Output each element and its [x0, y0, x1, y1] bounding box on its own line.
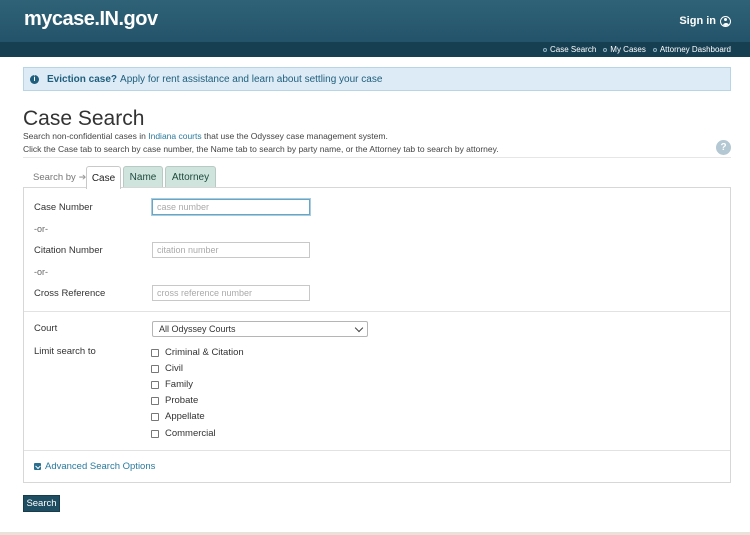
case-type-option[interactable]: Civil [151, 363, 183, 374]
checkbox[interactable] [151, 348, 159, 357]
limit-search-label: Limit search to [34, 346, 96, 357]
tab-name[interactable]: Name [123, 166, 163, 188]
search-form-panel: Case Number -or- Citation Number -or- Cr… [23, 187, 731, 483]
cross-reference-label: Cross Reference [34, 288, 106, 299]
nav-my-cases[interactable]: My Cases [603, 45, 646, 54]
checkbox[interactable] [151, 412, 159, 421]
tab-case[interactable]: Case [86, 166, 121, 189]
nav-case-search[interactable]: Case Search [543, 45, 596, 54]
case-type-option[interactable]: Family [151, 379, 193, 390]
expand-icon [34, 463, 41, 470]
page-title: Case Search [23, 107, 145, 130]
info-icon: i [30, 74, 39, 84]
bullet-icon [603, 47, 608, 52]
user-icon [720, 15, 731, 27]
sign-in-link[interactable]: Sign in [679, 15, 731, 27]
eviction-alert: i Eviction case? Apply for rent assistan… [23, 67, 731, 91]
case-type-option[interactable]: Probate [151, 395, 198, 406]
court-label: Court [34, 323, 58, 334]
citation-number-input[interactable] [152, 242, 310, 258]
case-number-input[interactable] [152, 199, 310, 215]
section-divider [24, 450, 730, 451]
cross-reference-input[interactable] [152, 285, 310, 301]
chevron-down-icon [354, 323, 364, 333]
citation-number-label: Citation Number [34, 245, 103, 256]
page-description: Search non-confidential cases in Indiana… [23, 131, 388, 141]
alert-text[interactable]: Apply for rent assistance and learn abou… [120, 74, 382, 85]
or-divider: -or- [34, 224, 48, 234]
court-select-value: All Odyssey Courts [159, 324, 236, 334]
sub-navigation: Case Search My Cases Attorney Dashboard [0, 42, 750, 57]
checkbox[interactable] [151, 380, 159, 389]
case-type-option[interactable]: Appellate [151, 411, 205, 422]
site-logo[interactable]: mycase.IN.gov [24, 8, 158, 31]
bullet-icon [652, 47, 657, 52]
divider [23, 157, 731, 158]
tab-attorney[interactable]: Attorney [165, 166, 216, 188]
search-button[interactable]: Search [23, 495, 60, 512]
case-type-option[interactable]: Criminal & Citation [151, 347, 244, 358]
help-icon[interactable]: ? [716, 140, 731, 155]
nav-attorney-dashboard[interactable]: Attorney Dashboard [652, 45, 731, 54]
search-by-label: Search by ➔ [33, 172, 87, 183]
section-divider [24, 311, 730, 312]
alert-strong[interactable]: Eviction case? [47, 74, 117, 85]
bullet-icon [543, 47, 548, 52]
advanced-search-toggle[interactable]: Advanced Search Options [34, 461, 155, 472]
court-select[interactable]: All Odyssey Courts [152, 321, 368, 337]
page-instructions: Click the Case tab to search by case num… [23, 144, 499, 154]
site-header: mycase.IN.gov Sign in [0, 0, 750, 42]
checkbox[interactable] [151, 364, 159, 373]
case-number-label: Case Number [34, 202, 93, 213]
sign-in-label: Sign in [679, 15, 716, 27]
checkbox[interactable] [151, 429, 159, 438]
indiana-courts-link[interactable]: Indiana courts [148, 131, 201, 141]
case-type-option[interactable]: Commercial [151, 428, 216, 439]
checkbox[interactable] [151, 396, 159, 405]
or-divider: -or- [34, 267, 48, 277]
